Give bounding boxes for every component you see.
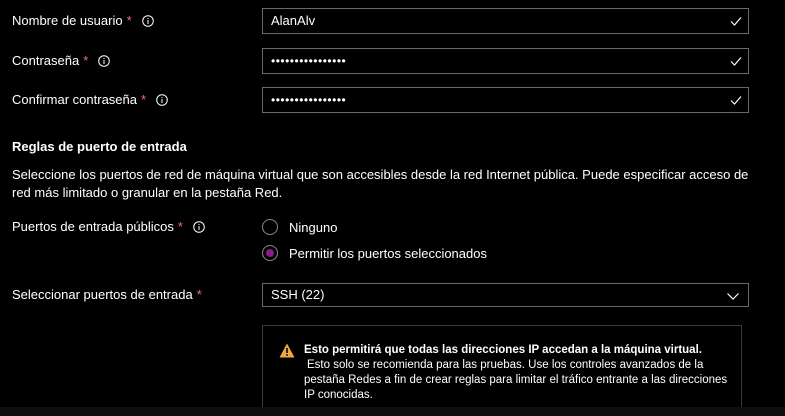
radio-option-label: Ninguno: [289, 219, 338, 235]
public-ports-radio-group: Ninguno Permitir los puertos seleccionad…: [262, 214, 487, 266]
password-value: ••••••••••••••••: [271, 54, 347, 68]
select-ports-value: SSH (22): [271, 287, 325, 302]
warning-text: Esto permitirá que todas las direcciones…: [304, 343, 729, 403]
bottom-divider: [0, 407, 785, 416]
password-row: Contraseña * ••••••••••••••••: [12, 48, 785, 74]
required-mark: *: [141, 92, 147, 107]
info-icon[interactable]: [98, 55, 111, 67]
radio-button-selected[interactable]: [262, 245, 278, 261]
check-icon: [729, 14, 743, 28]
warning-bold-text: Esto permitirá que todas las direcciones…: [304, 344, 702, 356]
username-label-text: Nombre de usuario: [12, 13, 123, 28]
confirm-password-input[interactable]: ••••••••••••••••: [262, 87, 749, 113]
select-ports-label-text: Seleccionar puertos de entrada: [12, 287, 193, 302]
required-mark: *: [126, 13, 132, 28]
radio-option-none[interactable]: Ninguno: [262, 214, 487, 240]
radio-button[interactable]: [262, 219, 278, 235]
required-mark: *: [177, 219, 183, 234]
warning-icon: [279, 343, 295, 358]
check-icon: [729, 54, 743, 68]
confirm-password-value: ••••••••••••••••: [271, 93, 347, 107]
info-icon[interactable]: [193, 221, 205, 233]
radio-option-label: Permitir los puertos seleccionados: [289, 245, 487, 261]
username-input[interactable]: AlanAlv: [262, 8, 749, 34]
check-icon: [729, 93, 743, 107]
password-label: Contraseña *: [12, 48, 111, 74]
info-icon[interactable]: [141, 15, 154, 27]
select-ports-label: Seleccionar puertos de entrada *: [12, 282, 202, 308]
info-icon[interactable]: [156, 94, 168, 106]
confirm-password-label: Confirmar contraseña *: [12, 87, 168, 113]
vm-admin-form: Nombre de usuario * AlanAlv Contraseña *…: [0, 0, 785, 416]
password-label-text: Contraseña: [12, 53, 80, 68]
radio-option-allow-selected[interactable]: Permitir los puertos seleccionados: [262, 240, 487, 266]
public-ports-label-text: Puertos de entrada públicos: [12, 219, 174, 234]
required-mark: *: [83, 53, 89, 68]
username-label: Nombre de usuario *: [12, 8, 154, 34]
confirm-password-row: Confirmar contraseña * ••••••••••••••••: [12, 87, 785, 113]
public-ports-label: Puertos de entrada públicos *: [12, 214, 205, 240]
password-input[interactable]: ••••••••••••••••: [262, 48, 749, 74]
radio-dot: [266, 249, 274, 257]
section-title: Reglas de puerto de entrada: [12, 139, 187, 154]
chevron-down-icon: [726, 289, 740, 301]
required-mark: *: [196, 287, 202, 302]
warning-box: Esto permitirá que todas las direcciones…: [262, 325, 742, 416]
select-ports-dropdown[interactable]: SSH (22): [262, 283, 749, 307]
username-value: AlanAlv: [271, 13, 316, 28]
username-row: Nombre de usuario * AlanAlv: [12, 8, 785, 34]
confirm-password-label-text: Confirmar contraseña: [12, 92, 137, 107]
warning-body-text: Esto solo se recomienda para las pruebas…: [304, 359, 728, 401]
section-description: Seleccione los puertos de red de máquina…: [12, 167, 749, 200]
